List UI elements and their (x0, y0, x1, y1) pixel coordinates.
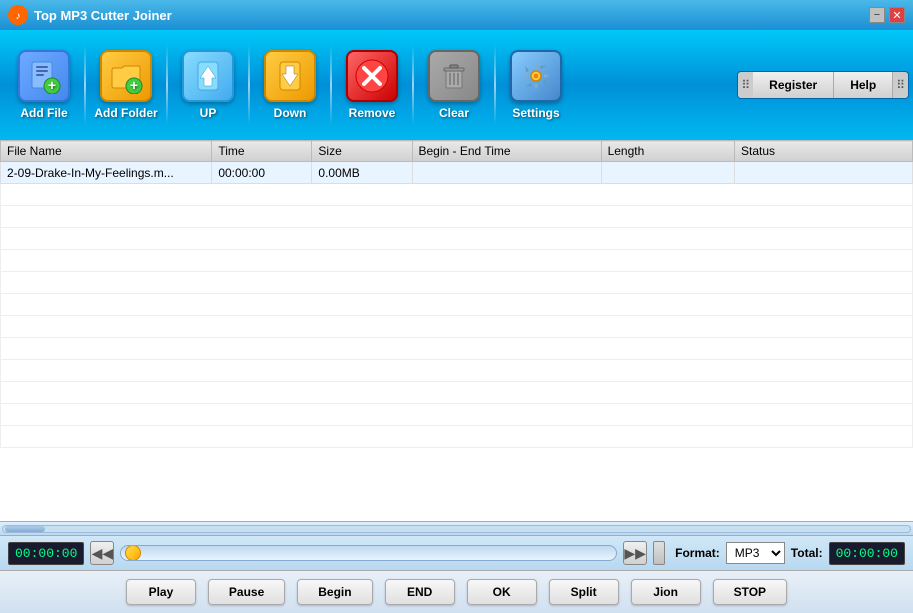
seek-end-marker (653, 541, 665, 565)
window-title: Top MP3 Cutter Joiner (34, 8, 172, 23)
col-status: Status (735, 141, 913, 162)
add-file-label: Add File (20, 106, 67, 120)
down-label: Down (274, 106, 307, 120)
add-file-icon: + (18, 50, 70, 102)
up-label: UP (200, 106, 217, 120)
seek-track[interactable] (120, 545, 617, 561)
col-begin-end: Begin - End Time (412, 141, 601, 162)
play-button[interactable]: Play (126, 579, 196, 605)
help-button[interactable]: Help (834, 72, 893, 98)
ok-button[interactable]: OK (467, 579, 537, 605)
remove-icon (346, 50, 398, 102)
dots-left: ⠿ (738, 72, 753, 98)
end-button[interactable]: END (385, 579, 455, 605)
stop-button[interactable]: STOP (713, 579, 787, 605)
toolbar-right: ⠿ Register Help ⠿ (737, 71, 909, 99)
table-row-empty (1, 360, 913, 382)
join-button[interactable]: Jion (631, 579, 701, 605)
table-row-empty (1, 250, 913, 272)
register-button[interactable]: Register (753, 72, 834, 98)
col-filename: File Name (1, 141, 212, 162)
title-bar: ♪ Top MP3 Cutter Joiner − ✕ (0, 0, 913, 30)
total-time-display: 00:00:00 (829, 542, 905, 565)
add-folder-icon: + (100, 50, 152, 102)
clear-label: Clear (439, 106, 469, 120)
table-row-empty (1, 338, 913, 360)
horizontal-scrollbar[interactable] (2, 525, 911, 533)
close-button[interactable]: ✕ (889, 7, 905, 23)
app-icon: ♪ (8, 5, 28, 25)
svg-text:+: + (48, 77, 56, 93)
cell-begin-end (412, 162, 601, 184)
format-select[interactable]: MP3 WAV OGG AAC (726, 542, 785, 564)
total-label: Total: (791, 546, 823, 560)
table-row[interactable]: 2-09-Drake-In-My-Feelings.m... 00:00:00 … (1, 162, 913, 184)
cell-filename: 2-09-Drake-In-My-Feelings.m... (1, 162, 212, 184)
cell-length (601, 162, 734, 184)
cell-status (735, 162, 913, 184)
table-row-empty (1, 272, 913, 294)
scrollbar-thumb[interactable] (5, 526, 45, 532)
dots-right: ⠿ (893, 72, 908, 98)
seek-thumb[interactable] (125, 545, 141, 561)
begin-button[interactable]: Begin (297, 579, 372, 605)
seek-back-button[interactable]: ◀◀ (90, 541, 114, 565)
table-row-empty (1, 382, 913, 404)
table-row-empty (1, 316, 913, 338)
clear-icon (428, 50, 480, 102)
table-row-empty (1, 426, 913, 448)
col-time: Time (212, 141, 312, 162)
file-list-area: File Name Time Size Begin - End Time Len… (0, 140, 913, 521)
title-bar-controls: − ✕ (869, 7, 905, 23)
svg-text:+: + (130, 77, 138, 93)
title-bar-left: ♪ Top MP3 Cutter Joiner (8, 5, 172, 25)
format-section: Format: MP3 WAV OGG AAC Total: 00:00:00 (675, 542, 905, 565)
add-folder-label: Add Folder (94, 106, 157, 120)
table-row-empty (1, 184, 913, 206)
toolbar: + Add File + Add Folder UP (0, 30, 913, 140)
clear-button[interactable]: Clear (414, 35, 494, 135)
table-row-empty (1, 294, 913, 316)
pause-button[interactable]: Pause (208, 579, 285, 605)
cell-size: 0.00MB (312, 162, 412, 184)
bottom-controls: Play Pause Begin END OK Split Jion STOP (0, 571, 913, 613)
split-button[interactable]: Split (549, 579, 619, 605)
remove-button[interactable]: Remove (332, 35, 412, 135)
current-time-display: 00:00:00 (8, 542, 84, 565)
settings-icon (510, 50, 562, 102)
col-length: Length (601, 141, 734, 162)
format-label: Format: (675, 546, 720, 560)
table-row-empty (1, 404, 913, 426)
add-file-button[interactable]: + Add File (4, 35, 84, 135)
down-button[interactable]: Down (250, 35, 330, 135)
file-table: File Name Time Size Begin - End Time Len… (0, 140, 913, 448)
col-size: Size (312, 141, 412, 162)
scrollbar-area[interactable] (0, 521, 913, 535)
up-icon (182, 50, 234, 102)
table-row-empty (1, 206, 913, 228)
svg-text:♪: ♪ (16, 11, 21, 22)
cell-time: 00:00:00 (212, 162, 312, 184)
settings-button[interactable]: Settings (496, 35, 576, 135)
minimize-button[interactable]: − (869, 7, 885, 23)
down-icon (264, 50, 316, 102)
remove-label: Remove (349, 106, 396, 120)
seek-bar-area: 00:00:00 ◀◀ ▶▶ Format: MP3 WAV OGG AAC T… (0, 535, 913, 571)
table-row-empty (1, 228, 913, 250)
register-help-group: ⠿ Register Help ⠿ (737, 71, 909, 99)
settings-label: Settings (512, 106, 559, 120)
seek-forward-button[interactable]: ▶▶ (623, 541, 647, 565)
add-folder-button[interactable]: + Add Folder (86, 35, 166, 135)
up-button[interactable]: UP (168, 35, 248, 135)
